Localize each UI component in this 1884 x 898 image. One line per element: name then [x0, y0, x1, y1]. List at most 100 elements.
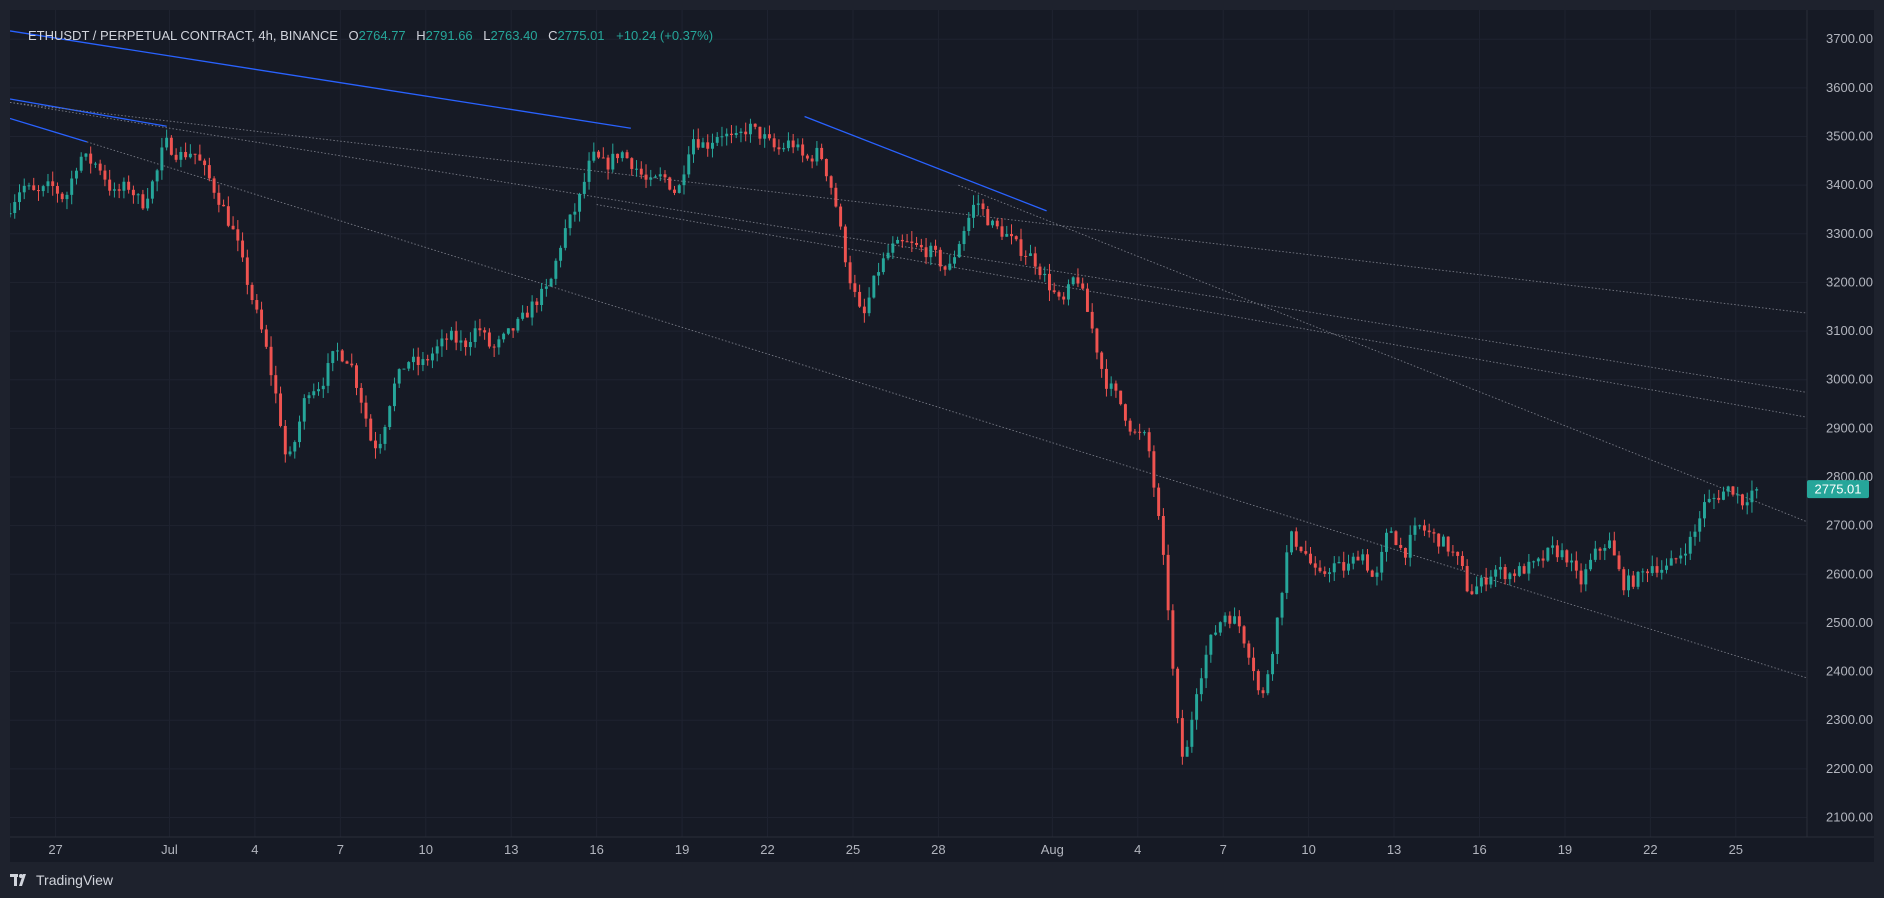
candle-body: [967, 217, 971, 232]
trendline-2[interactable]: [10, 117, 88, 143]
trendline-1[interactable]: [10, 98, 167, 127]
candle-body: [1631, 575, 1635, 587]
candle-body: [1280, 592, 1284, 618]
time-tick-label: 27: [48, 842, 62, 857]
chart-panel[interactable]: 2100.00 2200.00 2300.00 2400.00 2500.00 2600.…: [10, 10, 1874, 862]
candle-body: [1228, 615, 1232, 624]
candle-body: [948, 263, 952, 270]
candle-body: [260, 309, 264, 330]
candle-body: [207, 165, 211, 179]
candle-body: [668, 177, 672, 190]
candle-body: [1470, 591, 1474, 595]
brand-name: TradingView: [36, 872, 114, 888]
candle-body: [1138, 431, 1142, 433]
candle-body: [1104, 368, 1108, 389]
trendline-8[interactable]: [958, 184, 1808, 523]
candle-body: [521, 312, 525, 319]
trendline-4[interactable]: [10, 101, 1808, 314]
candle-body: [687, 154, 691, 175]
candle-body: [1636, 571, 1640, 587]
trendline-3[interactable]: [804, 115, 1047, 212]
trendline-5[interactable]: [10, 101, 1808, 393]
candle-body: [1503, 567, 1507, 580]
time-tick-label: 22: [760, 842, 774, 857]
candle-body: [378, 443, 382, 449]
candle-body: [1717, 497, 1721, 500]
brand[interactable]: TradingView: [10, 872, 113, 888]
candle-body: [336, 350, 339, 352]
candle-body: [554, 260, 558, 279]
candle-body: [820, 147, 824, 159]
price-tick-label: 2400.00: [1826, 664, 1873, 679]
candle-body: [962, 231, 966, 245]
candle-body: [801, 144, 805, 156]
candle-body: [725, 133, 729, 137]
symbol-title[interactable]: ETHUSDT / PERPETUAL CONTRACT, 4h, BINANC…: [28, 28, 338, 43]
candle-body: [1721, 491, 1725, 500]
candle-body: [991, 220, 994, 226]
candle-body: [867, 297, 871, 314]
candle-body: [1057, 292, 1061, 297]
candle-body: [269, 346, 273, 376]
candle-body: [995, 220, 999, 227]
candle-body: [630, 158, 634, 169]
candle-body: [881, 258, 885, 273]
candle-body: [715, 137, 719, 143]
candle-body: [1641, 571, 1645, 573]
candle-body: [1033, 253, 1037, 267]
candle-body: [1627, 575, 1631, 591]
candle-body: [136, 194, 140, 196]
candle-body: [1655, 566, 1659, 573]
candle-body: [1176, 668, 1180, 719]
price-tick-label: 2100.00: [1826, 810, 1873, 825]
price-axis[interactable]: 2100.00 2200.00 2300.00 2400.00 2500.00 2600.…: [1826, 31, 1873, 824]
candle-body: [317, 389, 320, 392]
trendline-7[interactable]: [86, 141, 1808, 679]
candle-body: [445, 338, 449, 340]
candle-body: [824, 158, 828, 177]
candle-body: [682, 174, 686, 186]
candle-body: [103, 170, 107, 180]
candle-body: [1608, 540, 1612, 549]
trendline-6[interactable]: [596, 204, 1808, 418]
candle-body: [1750, 490, 1754, 503]
candle-body: [1479, 577, 1483, 587]
time-tick-label: 16: [1472, 842, 1486, 857]
price-chart[interactable]: 2100.00 2200.00 2300.00 2400.00 2500.00 2600.…: [10, 10, 1874, 862]
candle-body: [810, 158, 814, 162]
candle-body: [307, 395, 311, 399]
candle-body: [1005, 234, 1009, 237]
candle-body: [938, 249, 942, 267]
candle-body: [98, 163, 102, 171]
candle-body: [1622, 569, 1626, 591]
candle-body: [1517, 566, 1521, 576]
candle-body: [430, 353, 434, 361]
candle-body: [440, 338, 444, 347]
candle-body: [1123, 404, 1127, 421]
time-tick-label: 25: [846, 842, 860, 857]
candle-body: [1489, 576, 1493, 585]
candle-body: [1384, 532, 1388, 552]
candle-body: [1351, 556, 1355, 564]
candle-body: [1071, 277, 1075, 285]
candle-body: [900, 239, 904, 242]
candle-body: [1612, 540, 1616, 556]
candle-body: [1062, 296, 1066, 300]
candle-body: [1323, 571, 1327, 574]
candle-body: [1199, 678, 1203, 695]
candle-body: [312, 391, 316, 396]
candle-body: [976, 203, 980, 205]
candle-body: [155, 170, 159, 182]
candle-body: [1066, 284, 1070, 300]
trendline-0[interactable]: [10, 30, 631, 129]
candle-body: [834, 187, 838, 207]
candle-body: [1679, 555, 1683, 559]
candle-body: [872, 275, 876, 298]
time-tick-label: 4: [1134, 842, 1141, 857]
time-axis[interactable]: 27 Jul 4 7 10 13 16 19 22 25 28 Aug 4 7 10 13 16 19 22 25: [48, 842, 1743, 857]
open-value: 2764.77: [358, 28, 406, 43]
candle-body: [677, 185, 681, 193]
candle-body: [805, 155, 809, 159]
candle-body: [79, 156, 83, 171]
symbol-legend: ETHUSDT / PERPETUAL CONTRACT, 4h, BINANC…: [28, 28, 713, 43]
